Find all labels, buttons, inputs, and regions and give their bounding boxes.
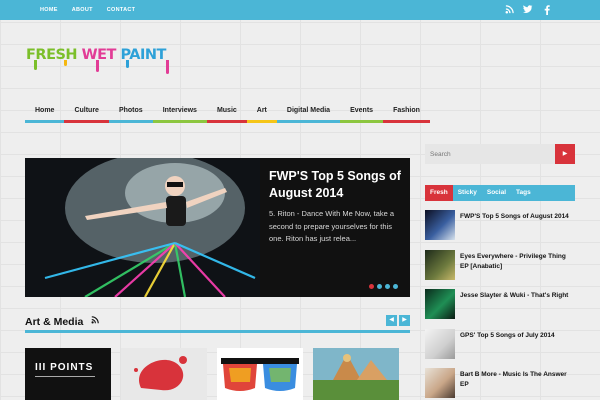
search-input[interactable] [425, 144, 555, 164]
top-bar: HOME ABOUT CONTACT [0, 0, 600, 20]
list-item[interactable]: Jesse Slayter & Wuki - That's Right [425, 289, 575, 326]
main-nav: Home Culture Photos Interviews Music Art Digit… [25, 103, 440, 123]
sunglasses-image [221, 358, 299, 391]
top-nav-about[interactable]: ABOUT [72, 0, 93, 20]
carousel-arrows: ◀ ▶ [386, 315, 410, 326]
social-links [504, 5, 552, 15]
thumbnail-fantasy-art[interactable] [313, 348, 399, 400]
facebook-icon[interactable] [542, 5, 552, 15]
concert-image [25, 158, 260, 297]
slider-dots [369, 284, 398, 289]
slide-excerpt: 5. Riton - Dance With Me Now, take a sec… [269, 209, 395, 243]
main-nav-color-bar [25, 120, 65, 123]
post-thumbnail[interactable] [425, 249, 455, 280]
site-logo[interactable]: FRESH WET PAINT [26, 42, 180, 76]
main-nav-label: Events [350, 107, 374, 114]
top-nav: HOME ABOUT CONTACT [40, 0, 135, 20]
tab-sticky[interactable]: Sticky [453, 185, 482, 201]
section-header: Art & Media ◀ ▶ [25, 312, 410, 334]
paint-drip [96, 60, 99, 72]
thumbnail-paint-splash[interactable] [121, 348, 207, 400]
rss-icon[interactable] [91, 316, 99, 326]
main-nav-color-bar [206, 120, 247, 123]
list-item[interactable]: Eyes Everywhere - Privilege Thing EP [An… [425, 249, 575, 287]
paint-drip [126, 60, 129, 68]
section-rule [25, 330, 410, 333]
thumbnail-iii-points[interactable]: III POINTS [25, 348, 111, 400]
slider-dot[interactable] [393, 284, 398, 289]
list-item[interactable]: FWP'S Top 5 Songs of August 2014 [425, 210, 575, 247]
main-nav-fashion[interactable]: Fashion [383, 103, 430, 123]
main-nav-color-bar [64, 120, 109, 123]
thumbnail-caption: III POINTS [35, 362, 94, 373]
art-media-thumbnails: III POINTS [25, 348, 410, 400]
rss-icon[interactable] [504, 5, 514, 15]
list-item[interactable]: Bart B More - Music Is The Answer EP [425, 368, 575, 400]
post-title[interactable]: GPS' Top 5 Songs of July 2014 [460, 331, 575, 341]
thumbnail-sunglasses[interactable] [217, 348, 303, 400]
slide-title[interactable]: FWP'S Top 5 Songs of August 2014 [269, 168, 404, 202]
main-nav-color-bar [383, 120, 430, 123]
paint-drip [166, 60, 169, 74]
main-nav-label: Home [35, 107, 55, 114]
main-nav-color-bar [108, 120, 153, 123]
main-nav-digital-media[interactable]: Digital Media [276, 103, 341, 123]
tab-social[interactable]: Social [482, 185, 511, 201]
main-nav-label: Art [256, 107, 267, 114]
featured-slider[interactable]: FWP'S Top 5 Songs of August 2014 5. Rito… [25, 158, 410, 297]
section-title[interactable]: Art & Media [25, 316, 83, 328]
post-thumbnail[interactable] [425, 328, 455, 359]
prev-arrow-button[interactable]: ◀ [386, 315, 397, 326]
post-thumbnail[interactable] [425, 210, 455, 240]
main-nav-photos[interactable]: Photos [108, 103, 153, 123]
main-nav-culture[interactable]: Culture [64, 103, 109, 123]
next-arrow-button[interactable]: ▶ [399, 315, 410, 326]
sidebar-post-list: FWP'S Top 5 Songs of August 2014 Eyes Ev… [425, 210, 575, 400]
top-nav-contact[interactable]: CONTACT [107, 0, 136, 20]
post-thumbnail[interactable] [425, 368, 455, 398]
main-nav-label: Interviews [162, 107, 197, 114]
main-nav-color-bar [246, 120, 277, 123]
list-item[interactable]: GPS' Top 5 Songs of July 2014 [425, 328, 575, 366]
sidebar-tabs: Fresh Sticky Social Tags [425, 185, 575, 201]
post-title[interactable]: FWP'S Top 5 Songs of August 2014 [460, 212, 575, 222]
fantasy-art-image [313, 354, 399, 400]
post-thumbnail[interactable] [425, 289, 455, 319]
tab-tags[interactable]: Tags [511, 185, 536, 201]
paint-drip [64, 60, 67, 66]
main-nav-label: Culture [74, 107, 99, 114]
slider-dot[interactable] [369, 284, 374, 289]
twitter-icon[interactable] [523, 5, 533, 15]
search-button[interactable]: ▶ [555, 144, 575, 164]
main-nav-color-bar [276, 120, 341, 123]
main-nav-music[interactable]: Music [206, 103, 247, 123]
tab-fresh[interactable]: Fresh [425, 185, 453, 201]
post-title[interactable]: Eyes Everywhere - Privilege Thing EP [An… [460, 252, 575, 272]
main-nav-label: Fashion [393, 107, 420, 114]
slider-dot[interactable] [385, 284, 390, 289]
main-nav-color-bar [152, 120, 207, 123]
thumbnail-rule [35, 376, 95, 377]
post-title[interactable]: Jesse Slayter & Wuki - That's Right [460, 291, 575, 301]
slide-caption: FWP'S Top 5 Songs of August 2014 5. Rito… [269, 168, 404, 246]
slider-dot[interactable] [377, 284, 382, 289]
post-title[interactable]: Bart B More - Music Is The Answer EP [460, 370, 575, 390]
main-nav-interviews[interactable]: Interviews [152, 103, 207, 123]
paint-splash-image [134, 356, 187, 391]
slide-image[interactable] [25, 158, 260, 297]
top-nav-home[interactable]: HOME [40, 0, 58, 20]
main-nav-label: Photos [118, 107, 143, 114]
paint-drip [34, 60, 37, 70]
main-nav-color-bar [340, 120, 384, 123]
main-nav-label: Digital Media [286, 107, 331, 114]
main-nav-events[interactable]: Events [340, 103, 384, 123]
main-nav-art[interactable]: Art [246, 103, 277, 123]
search-box: ▶ [425, 144, 575, 164]
main-nav-home[interactable]: Home [25, 103, 65, 123]
main-nav-label: Music [216, 107, 237, 114]
